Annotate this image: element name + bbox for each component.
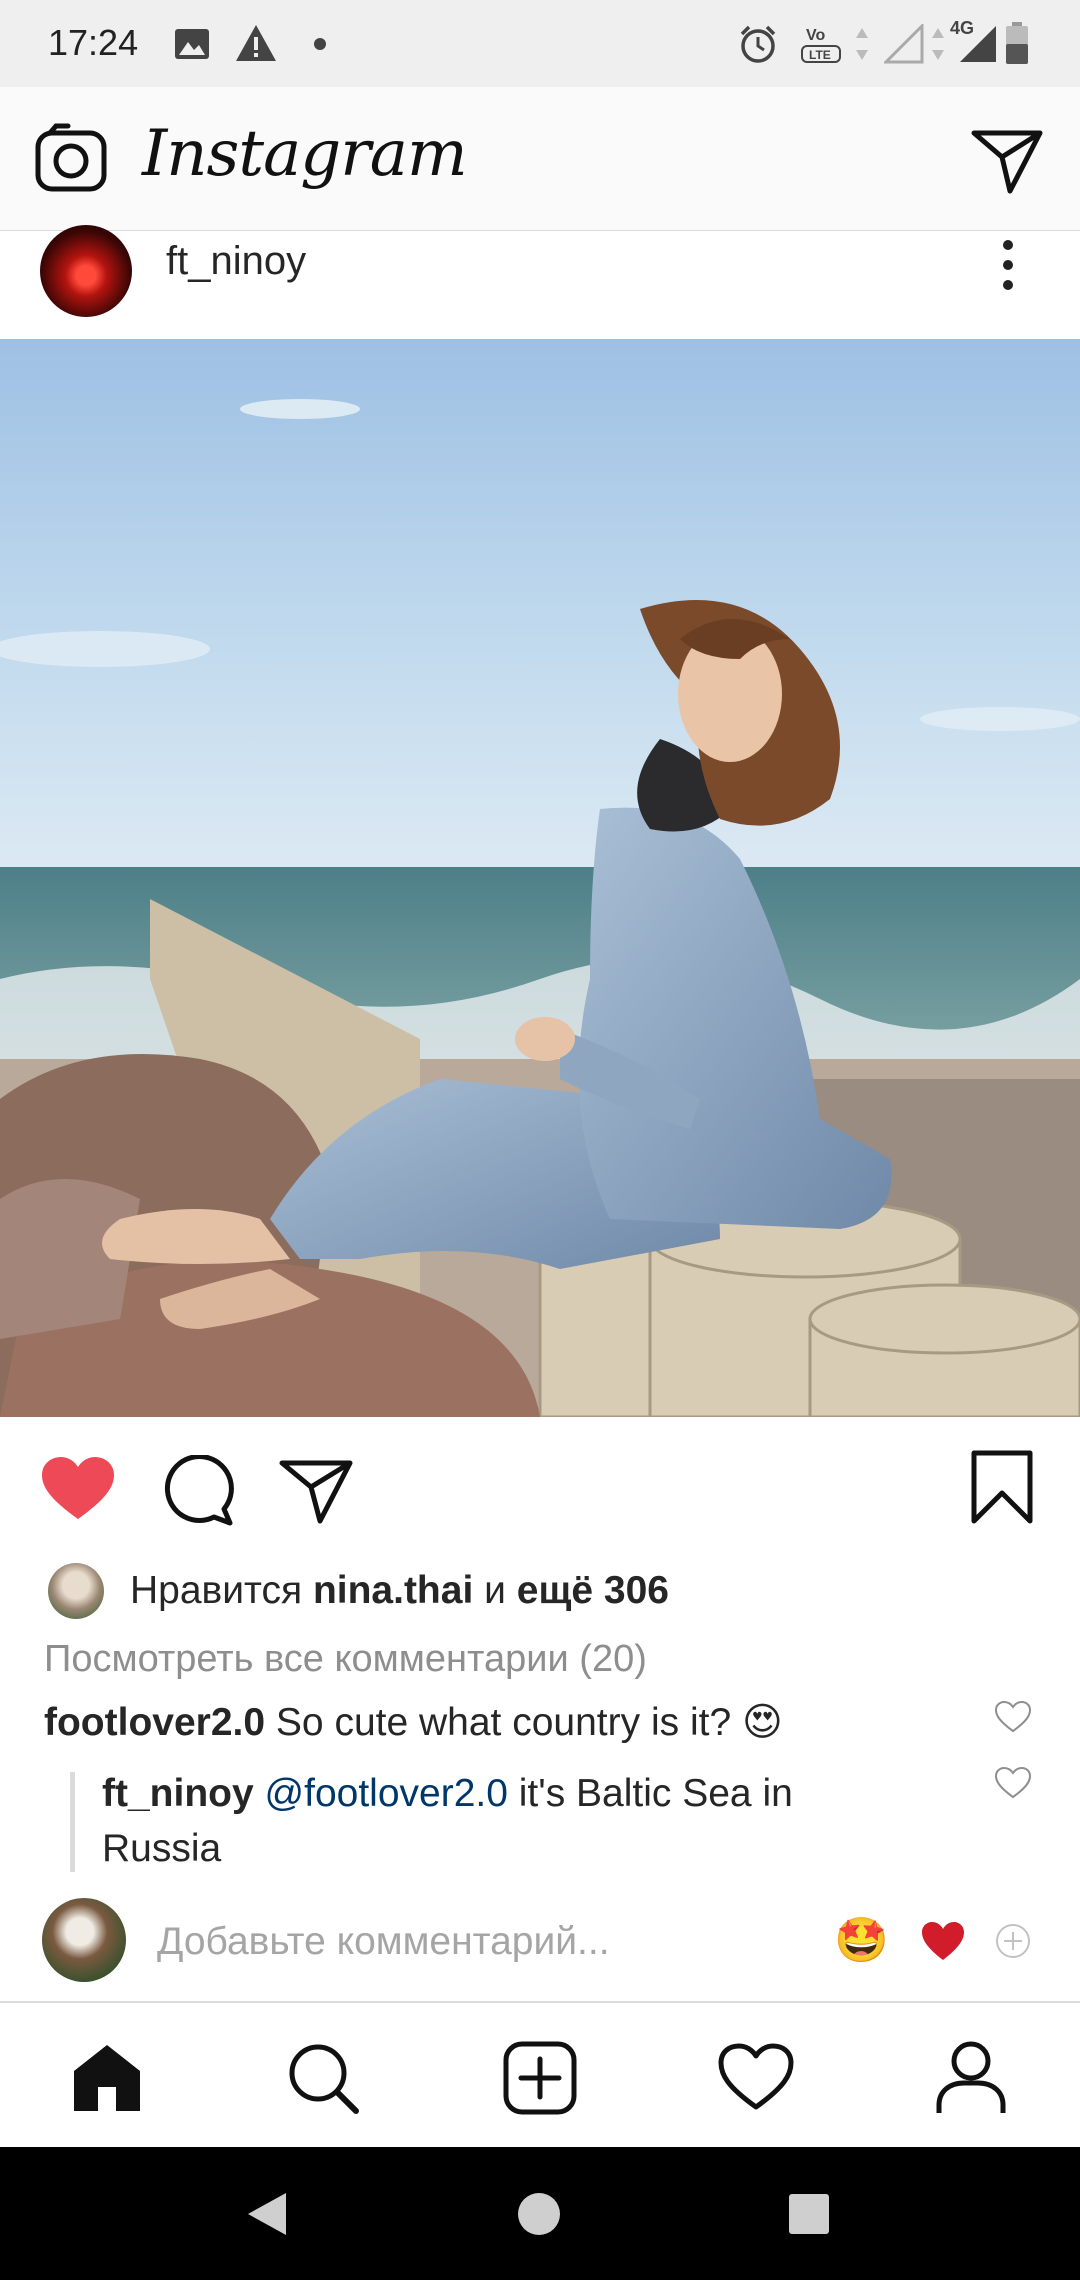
likes-connector: и bbox=[484, 1569, 506, 1612]
new-post-icon[interactable] bbox=[503, 2041, 577, 2115]
add-comment-input[interactable]: Добавьте комментарий... bbox=[157, 1920, 610, 1964]
camera-icon[interactable] bbox=[34, 123, 108, 193]
signal-sim2-icon bbox=[960, 26, 996, 62]
comment-text: So cute what country is it? 😍 bbox=[275, 1701, 783, 1744]
reply-thread-line bbox=[70, 1772, 75, 1872]
comment-icon[interactable] bbox=[162, 1455, 234, 1527]
home-icon[interactable] bbox=[70, 2041, 144, 2115]
recents-icon[interactable] bbox=[786, 2191, 832, 2237]
battery-icon bbox=[1006, 22, 1028, 64]
svg-text:LTE: LTE bbox=[809, 48, 831, 62]
status-time: 17:24 bbox=[48, 22, 139, 63]
app-header: Instagram bbox=[0, 87, 1080, 232]
reply-username[interactable]: ft_ninoy bbox=[102, 1772, 254, 1815]
bookmark-icon[interactable] bbox=[970, 1449, 1034, 1525]
data-arrows-icon bbox=[856, 28, 868, 60]
comment: footlover2.0 So cute what country is it?… bbox=[44, 1700, 783, 1745]
reply-mention[interactable]: @footlover2.0 bbox=[265, 1772, 508, 1815]
home-button-icon[interactable] bbox=[516, 2191, 562, 2237]
like-heart-icon[interactable] bbox=[40, 1455, 116, 1523]
system-navigation-bar bbox=[0, 2147, 1080, 2280]
activity-heart-icon[interactable] bbox=[718, 2043, 794, 2111]
share-icon[interactable] bbox=[278, 1457, 354, 1525]
post-photo[interactable] bbox=[0, 339, 1080, 1417]
heart-reaction-icon[interactable] bbox=[920, 1920, 966, 1962]
more-options-icon[interactable] bbox=[996, 235, 1020, 295]
current-user-avatar bbox=[42, 1898, 126, 1982]
svg-text:Vo: Vo bbox=[806, 27, 825, 44]
gallery-notification-icon bbox=[175, 29, 209, 59]
likes-text: Нравится nina.thai и ещё 306 bbox=[130, 1569, 669, 1613]
back-icon[interactable] bbox=[244, 2189, 290, 2239]
reply-comment: ft_ninoy @footlover2.0 it's Baltic Sea i… bbox=[102, 1766, 862, 1876]
comment-like-heart-icon[interactable] bbox=[994, 1700, 1032, 1734]
search-icon[interactable] bbox=[286, 2041, 360, 2115]
reply-like-heart-icon[interactable] bbox=[994, 1766, 1032, 1800]
warning-icon bbox=[236, 25, 276, 61]
post-author-username[interactable]: ft_ninoy bbox=[166, 239, 306, 284]
add-comment-row: Добавьте комментарий... 🤩 bbox=[0, 1890, 1080, 1990]
status-bar: 17:24 Vo LTE 4G bbox=[0, 0, 1080, 87]
more-reactions-icon[interactable] bbox=[994, 1922, 1032, 1960]
likes-prefix: Нравится bbox=[130, 1569, 303, 1612]
data-arrows-2-icon bbox=[932, 28, 944, 60]
instagram-logo: Instagram bbox=[142, 117, 468, 191]
signal-sim1-icon bbox=[884, 24, 924, 64]
view-all-comments-link[interactable]: Посмотреть все комментарии (20) bbox=[44, 1638, 647, 1681]
post-actions bbox=[0, 1417, 1080, 1557]
post-author-avatar[interactable] bbox=[40, 225, 132, 317]
profile-icon[interactable] bbox=[934, 2039, 1008, 2117]
beach-photo-image bbox=[0, 339, 1080, 1417]
comment-username[interactable]: footlover2.0 bbox=[44, 1701, 265, 1744]
star-struck-reaction[interactable]: 🤩 bbox=[834, 1914, 889, 1966]
more-notifications-dot bbox=[314, 38, 326, 50]
liker-username[interactable]: nina.thai bbox=[313, 1569, 473, 1612]
alarm-icon bbox=[740, 25, 776, 63]
likes-others-count[interactable]: ещё 306 bbox=[517, 1569, 669, 1612]
likes-summary[interactable]: Нравится nina.thai и ещё 306 bbox=[0, 1555, 1080, 1627]
post-header: ft_ninoy bbox=[0, 225, 1080, 340]
direct-message-icon[interactable] bbox=[970, 127, 1044, 195]
volte-icon: Vo LTE bbox=[800, 20, 844, 66]
liker-avatar bbox=[48, 1563, 104, 1619]
bottom-navigation bbox=[0, 2001, 1080, 2149]
